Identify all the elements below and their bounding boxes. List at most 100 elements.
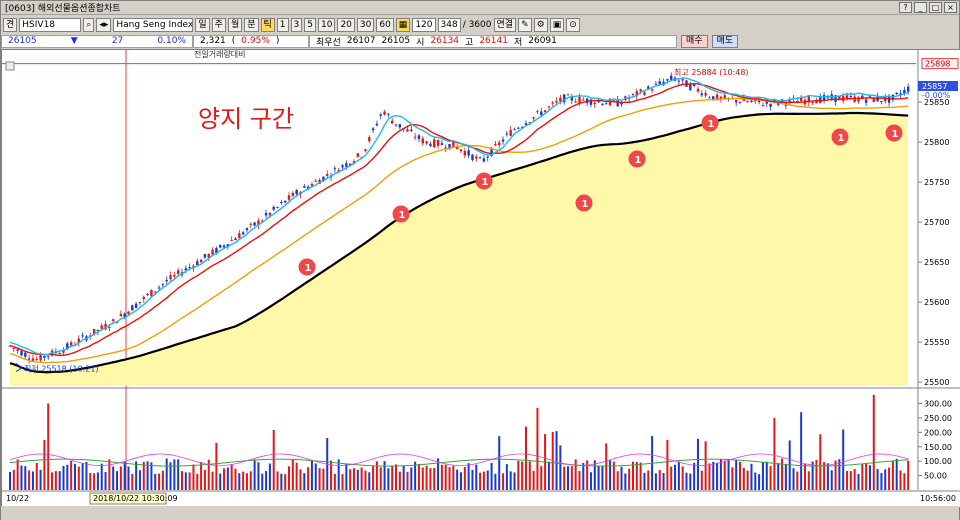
volume-bar <box>536 407 539 490</box>
candle-body <box>20 350 23 356</box>
candle-body <box>371 128 375 131</box>
interval-1[interactable]: 1 <box>276 17 289 32</box>
price-chart[interactable]: 2585025800257502570025650256002555025500… <box>2 50 960 507</box>
volume-bar <box>452 465 455 490</box>
volume-bar <box>593 460 596 490</box>
interval-5[interactable]: 5 <box>304 17 316 32</box>
mode-selector[interactable]: 견 <box>3 17 18 32</box>
candle-body <box>509 129 512 136</box>
candle-body <box>253 222 256 226</box>
volume-bar <box>387 468 390 490</box>
interval-3[interactable]: 3 <box>290 17 303 32</box>
sell-button[interactable]: 매도 <box>711 34 739 48</box>
period-tick[interactable]: 틱 <box>260 17 275 32</box>
marker-number: 1 <box>838 133 845 144</box>
volume-bar <box>417 463 420 490</box>
candle-body <box>501 139 505 142</box>
volume-bar <box>773 417 776 490</box>
candle-body <box>111 319 115 321</box>
candle-body <box>138 301 142 303</box>
candle-body <box>241 232 245 235</box>
candle-body <box>387 113 390 115</box>
volume-bar <box>803 463 806 490</box>
volume-bar <box>880 472 883 490</box>
volume-bar <box>333 473 336 490</box>
candle-body <box>173 274 176 277</box>
volume-bar <box>28 470 31 490</box>
candle-body <box>540 111 543 116</box>
candle-body <box>658 81 661 85</box>
shown-count-field[interactable]: 348 <box>437 17 461 32</box>
volume-bar <box>486 470 489 490</box>
custom-interval-icon[interactable]: ▦ <box>395 17 411 32</box>
arrow-icon[interactable]: ◂▸ <box>96 17 112 32</box>
indicator-icon[interactable]: ⚙ <box>533 17 548 32</box>
candle-body <box>555 101 558 103</box>
candle-body <box>582 99 585 101</box>
volume-bar <box>402 465 405 490</box>
period-day[interactable]: 일 <box>195 17 210 32</box>
volume-bar <box>158 473 161 490</box>
candle-body <box>639 89 642 92</box>
volume-bar <box>490 462 493 490</box>
minimize-button[interactable]: _ <box>914 2 927 13</box>
link-button[interactable]: 연결 <box>493 17 517 32</box>
candle-body <box>398 124 402 128</box>
close-button[interactable]: × <box>944 2 957 13</box>
candle-body <box>391 120 394 124</box>
save-icon[interactable]: ▣ <box>549 17 565 32</box>
period-week[interactable]: 주 <box>211 17 226 32</box>
symbol-input[interactable]: HSIV18 <box>19 17 82 32</box>
candle-body <box>475 156 478 159</box>
volume-bar <box>284 474 287 490</box>
chart-area[interactable]: 25850 25800 25750 25700 25650 25600 25550 25500… <box>1 49 960 507</box>
search-icon[interactable]: ⌕ <box>83 17 95 32</box>
volume-bar <box>647 470 650 490</box>
volume-bar <box>119 466 122 490</box>
period-month[interactable]: 월 <box>227 17 243 32</box>
volume-bar <box>85 462 88 490</box>
interval-20[interactable]: 20 <box>337 17 355 32</box>
candle-body <box>283 200 287 203</box>
bottom-bar <box>1 506 959 520</box>
interval-10[interactable]: 10 <box>317 17 336 32</box>
volume-bar <box>635 461 638 490</box>
volume-bar <box>414 461 417 490</box>
volume-bar <box>563 466 566 490</box>
volume-bar <box>838 459 841 490</box>
candle-body <box>203 253 207 258</box>
volume-bar <box>96 472 99 490</box>
volume-bar <box>295 462 298 490</box>
y-tick-label: 25600 <box>924 298 949 307</box>
candle-body <box>513 129 516 131</box>
help-button[interactable]: ? <box>899 2 912 13</box>
candle-body <box>666 79 669 81</box>
period-minute[interactable]: 분 <box>244 17 259 32</box>
interval-30[interactable]: 30 <box>356 17 375 32</box>
maximize-button[interactable]: □ <box>929 2 942 13</box>
candle-body <box>27 358 31 360</box>
candle-body <box>643 92 646 95</box>
drawing-tool-icon[interactable]: ✎ <box>518 17 532 32</box>
interval-60[interactable]: 60 <box>376 17 394 32</box>
volume-bar <box>268 463 271 490</box>
volume-bar <box>689 473 692 490</box>
volume: 2,321 <box>200 36 226 46</box>
volume-bar <box>784 463 787 490</box>
volume-bar <box>888 467 891 490</box>
buy-button[interactable]: 매수 <box>681 34 708 48</box>
volume-bar <box>310 460 313 490</box>
candle-body <box>100 325 103 329</box>
volume-bar <box>230 464 233 490</box>
volume-bar <box>662 472 665 490</box>
candle-body <box>543 110 547 113</box>
tick-count-select[interactable]: 120 <box>412 17 436 32</box>
volume-bar <box>746 470 749 490</box>
volume-bar <box>360 467 363 490</box>
volume-bar <box>777 463 780 490</box>
volume-bar <box>62 465 65 490</box>
candle-body <box>494 144 497 146</box>
settings-icon[interactable]: ⊙ <box>566 17 580 32</box>
volume-bar <box>51 472 54 490</box>
volume-bar <box>142 461 145 490</box>
